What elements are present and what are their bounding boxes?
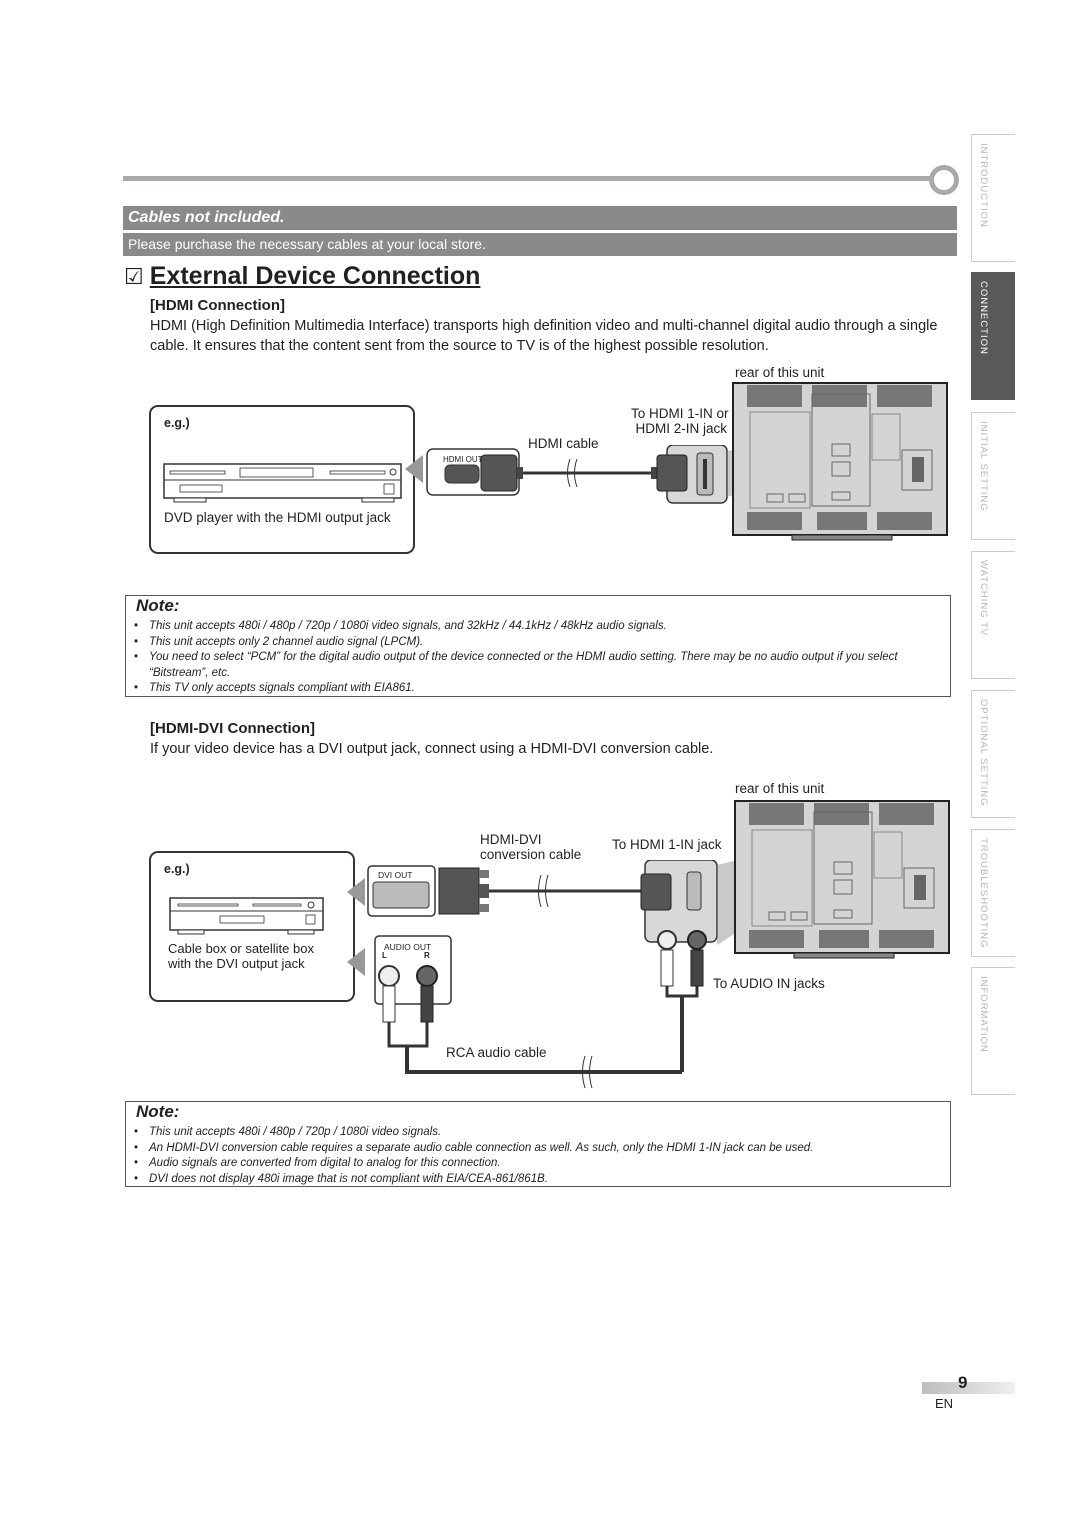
side-tab-connection[interactable]: CONNECTION: [971, 272, 1015, 400]
note-item: This unit accepts 480i / 480p / 720p / 1…: [134, 1125, 944, 1141]
side-tab-introduction[interactable]: INTRODUCTION: [971, 134, 1015, 262]
hdmi-dvi-description: If your video device has a DVI output ja…: [150, 741, 714, 757]
cables-banner-subtitle: Please purchase the necessary cables at …: [123, 233, 957, 256]
note-item: This TV only accepts signals compliant w…: [134, 681, 944, 697]
cable-box-illustration: [169, 897, 324, 935]
hdmi-note-box: Note: This unit accepts 480i / 480p / 72…: [125, 595, 951, 697]
page-number-bar: [922, 1382, 1015, 1394]
page-number: 9: [958, 1373, 968, 1392]
rear-unit-label: rear of this unit: [735, 365, 825, 380]
eg-label: e.g.): [164, 862, 190, 876]
side-tab-watching-tv[interactable]: WATCHING TV: [971, 551, 1015, 679]
hdmi-description: HDMI (High Definition Multimedia Interfa…: [150, 318, 938, 354]
note-title: Note:: [136, 596, 180, 615]
dvd-player-caption: DVD player with the HDMI output jack: [164, 510, 391, 525]
eg-label: e.g.): [164, 416, 190, 430]
hdmi-jack-label-1: To HDMI 1-IN or: [631, 406, 729, 421]
hdmi-cable-label: HDMI cable: [528, 436, 599, 451]
audio-left-label: L: [382, 951, 387, 960]
hdmi-dvi-note-box: Note: This unit accepts 480i / 480p / 72…: [125, 1101, 951, 1187]
header-rule-circle: [929, 165, 959, 195]
cable-box-caption-1: Cable box or satellite box: [168, 941, 314, 956]
cable-box-caption-2: with the DVI output jack: [168, 956, 305, 971]
rear-unit-label: rear of this unit: [735, 781, 825, 796]
audio-right-label: R: [424, 951, 430, 960]
side-tab-initial-setting[interactable]: INITIAL SETTING: [971, 412, 1015, 540]
hdmi-heading: [HDMI Connection]: [150, 297, 285, 314]
note-item: This unit accepts only 2 channel audio s…: [134, 635, 944, 651]
note-item: You need to select “PCM” for the digital…: [134, 650, 944, 681]
side-tab-optional-setting[interactable]: OPTIONAL SETTING: [971, 690, 1015, 818]
tv-rear-illustration: [734, 800, 950, 959]
side-tab-troubleshooting[interactable]: TROUBLESHOOTING: [971, 829, 1015, 957]
note-item: DVI does not display 480i image that is …: [134, 1172, 944, 1188]
page-language: EN: [935, 1396, 954, 1411]
hdmi-dvi-heading: [HDMI-DVI Connection]: [150, 720, 315, 737]
conversion-cable-label-1: HDMI-DVI: [480, 832, 542, 847]
header-rule: [123, 176, 933, 181]
note-title: Note:: [136, 1102, 180, 1121]
rca-cable-label: RCA audio cable: [446, 1045, 547, 1060]
note-item: This unit accepts 480i / 480p / 720p / 1…: [134, 619, 944, 635]
tv-rear-illustration: [732, 382, 948, 541]
hdmi-out-label: HDMI OUT: [443, 455, 483, 464]
page-title-text: External Device Connection: [149, 262, 481, 290]
hdmi1-jack-label: To HDMI 1-IN jack: [612, 837, 722, 852]
side-tab-information[interactable]: INFORMATION: [971, 967, 1015, 1095]
conversion-cable-label-2: conversion cable: [480, 847, 582, 862]
note-item: An HDMI-DVI conversion cable requires a …: [134, 1141, 944, 1157]
cables-banner-title: Cables not included.: [123, 206, 957, 230]
note-item: Audio signals are converted from digital…: [134, 1156, 944, 1172]
page-title: ☑ External Device Connection: [124, 262, 480, 291]
dvd-player-illustration: [163, 463, 402, 503]
audio-in-label: To AUDIO IN jacks: [713, 976, 825, 991]
hdmi-jack-label-2: HDMI 2-IN jack: [635, 421, 727, 436]
checkbox-icon: ☑: [124, 264, 144, 289]
dvi-out-label: DVI OUT: [378, 870, 413, 880]
